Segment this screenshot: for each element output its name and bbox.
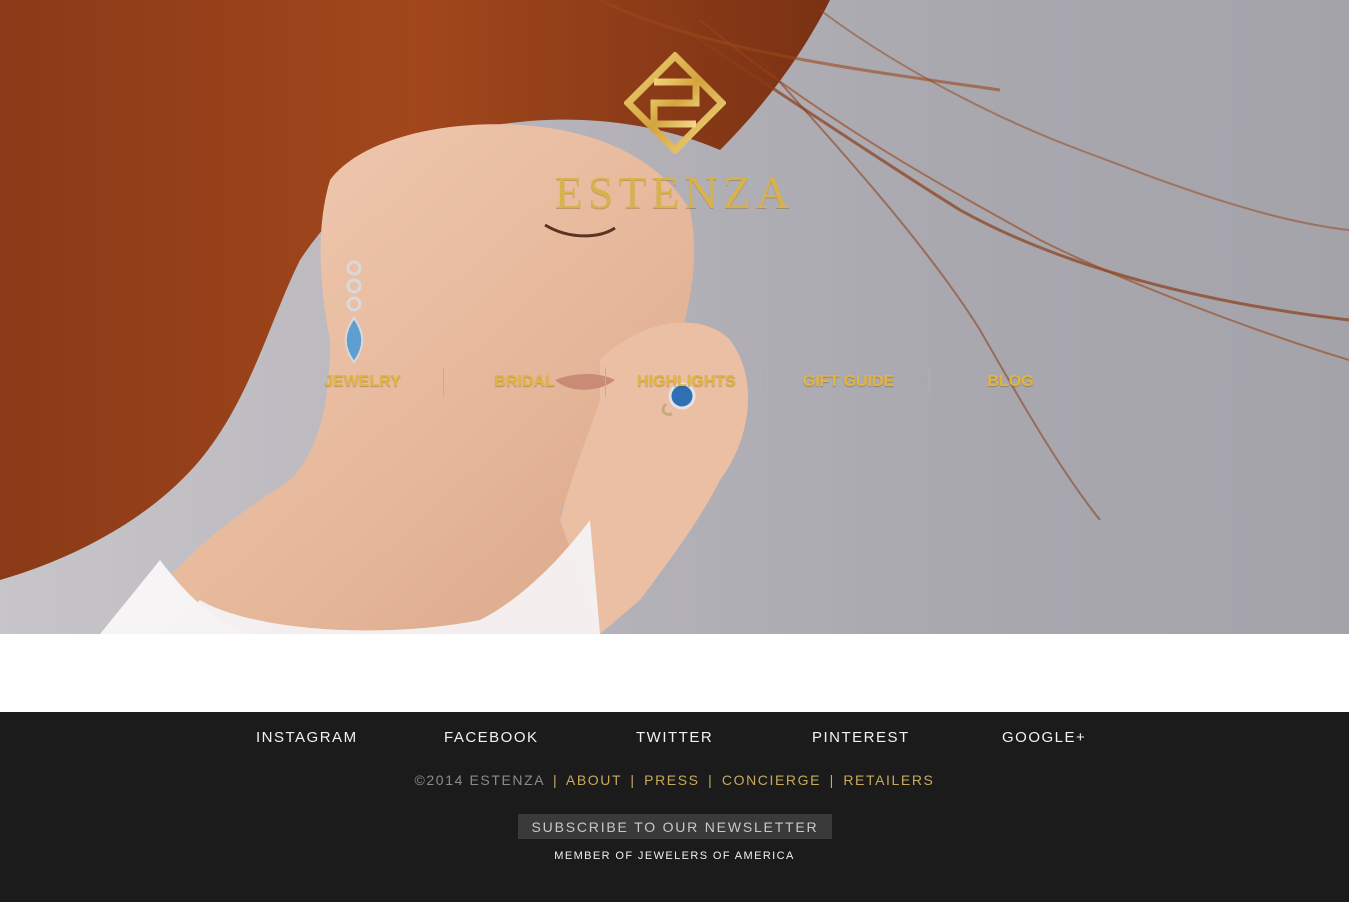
nav-bridal[interactable]: BRIDAL [444,366,605,398]
membership-text: MEMBER OF JEWELERS OF AMERICA [554,850,795,862]
link-separator: | [552,772,559,788]
main-nav: JEWELRY BRIDAL HIGHLIGHTS GIFT GUIDE BLO… [282,366,1091,398]
link-separator: | [630,772,636,788]
pinterest-link[interactable]: PINTEREST [812,729,910,746]
nav-jewelry[interactable]: JEWELRY [282,366,443,398]
hero-banner: ESTENZA JEWELRY BRIDAL HIGHLIGHTS GIFT G… [0,0,1349,634]
nav-blog[interactable]: BLOG [930,366,1091,398]
retailers-link[interactable]: RETAILERS [843,772,934,788]
concierge-link[interactable]: CONCIERGE [722,772,821,788]
instagram-link[interactable]: INSTAGRAM [256,729,358,746]
estenza-logo-icon [624,52,726,154]
social-links: INSTAGRAM FACEBOOK TWITTER PINTEREST GOO… [0,729,1349,749]
nav-highlights[interactable]: HIGHLIGHTS [606,366,767,398]
newsletter-subscribe-button[interactable]: SUBSCRIBE TO OUR NEWSLETTER [518,814,832,839]
legal-line: ©2014 ESTENZA | ABOUT | PRESS | CONCIERG… [0,772,1349,788]
site-footer: INSTAGRAM FACEBOOK TWITTER PINTEREST GOO… [0,712,1349,902]
facebook-link[interactable]: FACEBOOK [444,729,539,746]
google-plus-link[interactable]: GOOGLE+ [1002,729,1086,746]
link-separator: | [829,772,835,788]
brand-wordmark[interactable]: ESTENZA [0,166,1349,219]
link-separator: | [708,772,714,788]
about-link[interactable]: ABOUT [566,772,622,788]
copyright-text: ©2014 ESTENZA [414,772,545,788]
nav-gift-guide[interactable]: GIFT GUIDE [768,366,929,398]
press-link[interactable]: PRESS [644,772,699,788]
twitter-link[interactable]: TWITTER [636,729,713,746]
